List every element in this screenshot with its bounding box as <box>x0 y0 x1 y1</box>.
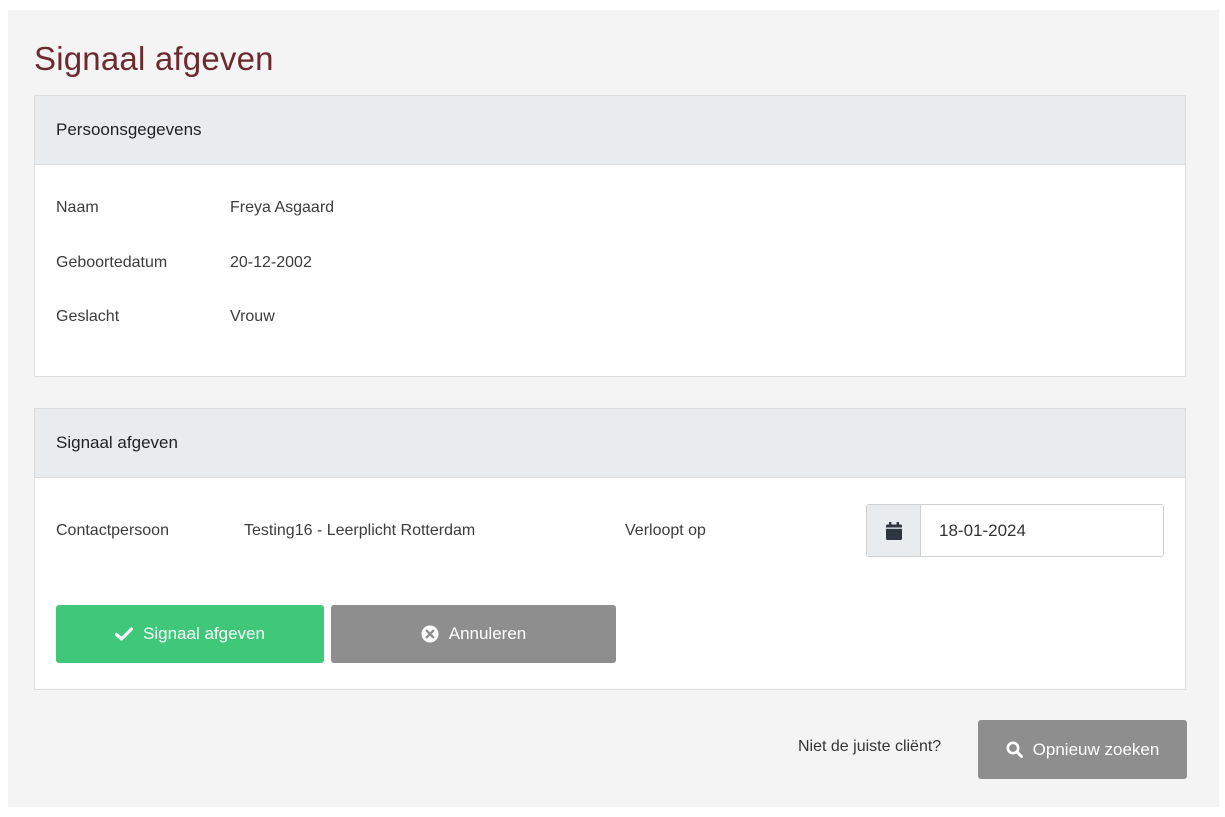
name-label: Naam <box>56 199 99 216</box>
times-circle-icon <box>421 625 439 643</box>
cancel-label: Annuleren <box>448 624 527 643</box>
gender-label: Geslacht <box>56 308 120 325</box>
submit-signal-button[interactable]: Signaal afgeven <box>56 605 324 663</box>
gender-value: Vrouw <box>230 308 275 325</box>
submit-signal-label: Signaal afgeven <box>143 624 265 643</box>
expires-row: Verloopt op <box>625 522 706 540</box>
expires-date-input[interactable] <box>921 505 1163 556</box>
expires-date-field[interactable] <box>866 504 1164 557</box>
gender-row: Geslacht Vrouw <box>56 308 275 326</box>
page-container: Signaal afgeven Persoonsgegevens Naam Fr… <box>8 10 1219 807</box>
contact-value: Testing16 - Leerplicht Rotterdam <box>244 522 476 539</box>
name-row: Naam Freya Asgaard <box>56 199 334 217</box>
birthdate-row: Geboortedatum 20-12-2002 <box>56 254 312 272</box>
contact-row: Contactpersoon Testing16 - Leerplicht Ro… <box>56 522 475 540</box>
person-details-card: Persoonsgegevens Naam Freya Asgaard Gebo… <box>34 95 1186 377</box>
signal-card-header: Signaal afgeven <box>35 409 1185 478</box>
search-icon <box>1006 741 1023 758</box>
expires-label: Verloopt op <box>625 522 706 539</box>
page-title: Signaal afgeven <box>34 40 274 77</box>
check-icon <box>115 627 134 641</box>
birthdate-value: 20-12-2002 <box>230 254 312 271</box>
wrong-client-question: Niet de juiste cliënt? <box>798 738 942 755</box>
calendar-icon[interactable] <box>867 505 921 556</box>
person-details-header: Persoonsgegevens <box>35 96 1185 165</box>
birthdate-label: Geboortedatum <box>56 254 168 271</box>
search-again-button[interactable]: Opnieuw zoeken <box>978 720 1187 779</box>
cancel-button[interactable]: Annuleren <box>331 605 616 663</box>
search-again-label: Opnieuw zoeken <box>1032 739 1160 759</box>
signal-card: Signaal afgeven Contactpersoon Testing16… <box>34 408 1186 690</box>
contact-label: Contactpersoon <box>56 522 169 539</box>
name-value: Freya Asgaard <box>230 199 335 216</box>
